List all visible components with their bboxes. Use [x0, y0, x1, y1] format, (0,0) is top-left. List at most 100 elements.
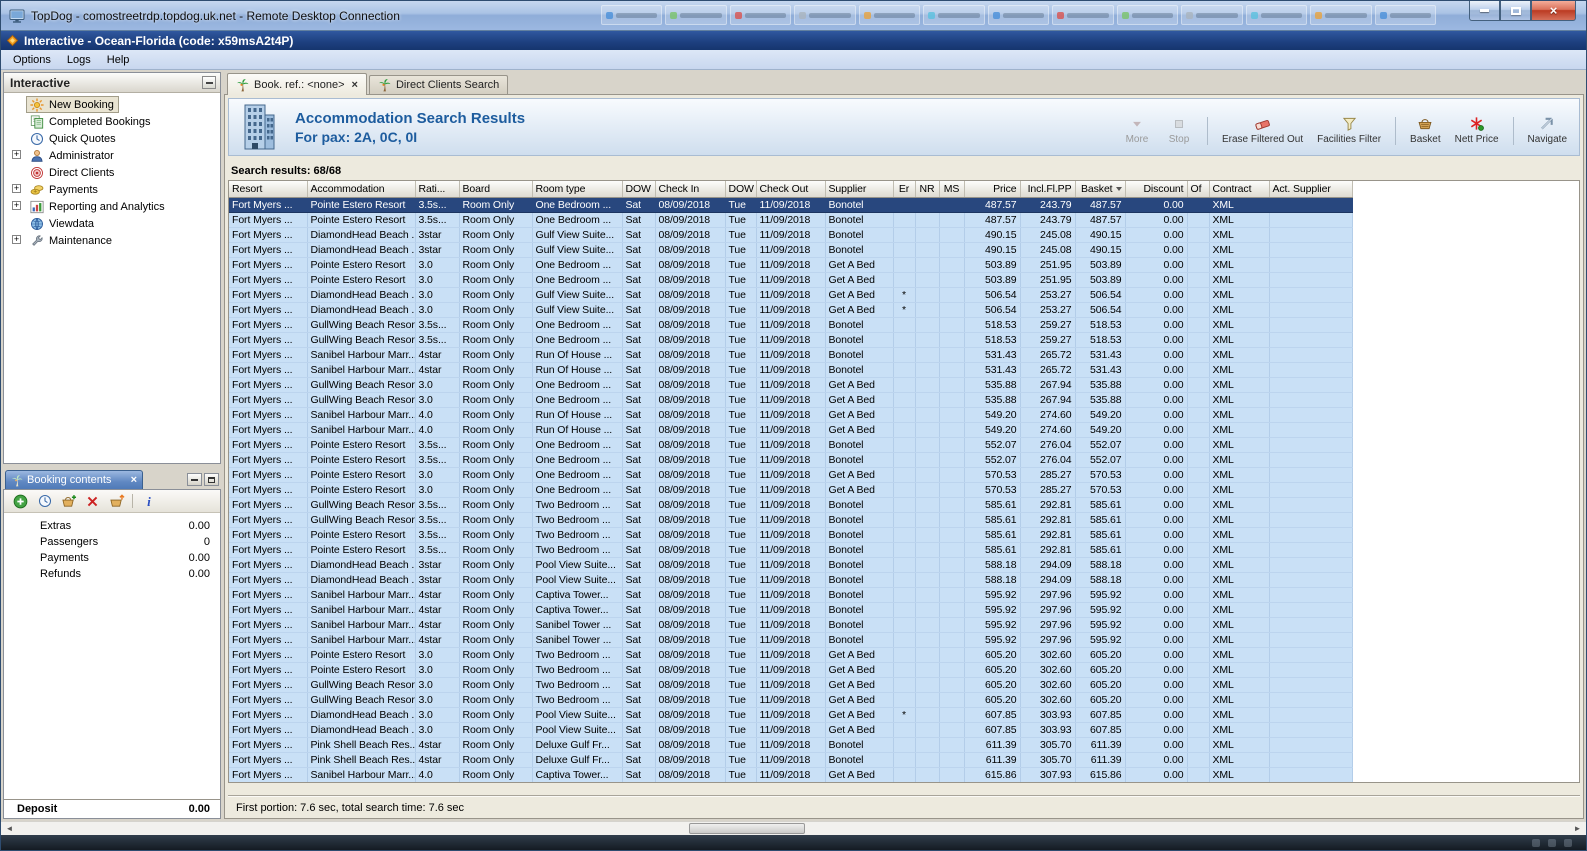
- scrollbar-thumb[interactable]: [689, 823, 805, 834]
- result-row[interactable]: Fort Myers ... Pink Shell Beach Res... 4st…: [229, 737, 1353, 753]
- result-row[interactable]: Fort Myers ... Sanibel Harbour Marr... 4.0…: [229, 767, 1353, 782]
- sidebar-item-new-booking[interactable]: New Booking: [4, 96, 220, 113]
- booking-contents-row-extras[interactable]: Extras 0.00: [4, 518, 220, 534]
- column-header-discount[interactable]: Discount: [1125, 181, 1188, 198]
- column-header-of[interactable]: Of: [1187, 181, 1210, 198]
- menu-options[interactable]: Options: [5, 52, 59, 68]
- panel-restore-button[interactable]: [204, 473, 219, 486]
- result-row[interactable]: Fort Myers ... GullWing Beach Resort 3.5s.…: [229, 317, 1353, 333]
- expand-icon[interactable]: +: [12, 184, 21, 193]
- column-header-act-supplier[interactable]: Act. Supplier: [1269, 181, 1353, 198]
- column-header-dow-in[interactable]: DOW: [622, 181, 656, 198]
- result-row[interactable]: Fort Myers ... Sanibel Harbour Marr... 4st…: [229, 587, 1353, 603]
- result-row[interactable]: Fort Myers ... DiamondHead Beach ... 3star…: [229, 227, 1353, 243]
- horizontal-scrollbar[interactable]: ◄ ►: [1, 821, 1586, 835]
- add-button[interactable]: [12, 494, 29, 509]
- clock-button[interactable]: [36, 494, 53, 508]
- sidebar-item-completed-bookings[interactable]: Completed Bookings: [4, 113, 220, 130]
- result-row[interactable]: Fort Myers ... GullWing Beach Resort 3.0 Ro…: [229, 392, 1353, 408]
- column-header-price[interactable]: Price: [964, 181, 1021, 198]
- sidebar-item-reporting-and-analytics[interactable]: + Reporting and Analytics: [4, 198, 220, 215]
- result-row[interactable]: Fort Myers ... Sanibel Harbour Marr... 4st…: [229, 617, 1353, 633]
- result-row[interactable]: Fort Myers ... Pointe Estero Resort 3.5s..…: [229, 542, 1353, 558]
- column-header-basket[interactable]: Basket: [1075, 181, 1126, 198]
- booking-contents-row-passengers[interactable]: Passengers 0: [4, 534, 220, 550]
- sidebar-item-administrator[interactable]: + Administrator: [4, 147, 220, 164]
- result-row[interactable]: Fort Myers ... GullWing Beach Resort 3.0 Ro…: [229, 377, 1353, 393]
- result-row[interactable]: Fort Myers ... Pointe Estero Resort 3.5s..…: [229, 527, 1353, 543]
- result-row[interactable]: Fort Myers ... DiamondHead Beach ... 3star…: [229, 572, 1353, 588]
- column-header-ms[interactable]: MS: [939, 181, 965, 198]
- expand-icon[interactable]: +: [12, 150, 21, 159]
- sidebar-item-maintenance[interactable]: + Maintenance: [4, 232, 220, 249]
- column-header-contract[interactable]: Contract: [1209, 181, 1270, 198]
- result-row[interactable]: Fort Myers ... Pointe Estero Resort 3.0 Roo…: [229, 272, 1353, 288]
- result-row[interactable]: Fort Myers ... Sanibel Harbour Marr... 4.0…: [229, 422, 1353, 438]
- result-row[interactable]: Fort Myers ... DiamondHead Beach ... 3star…: [229, 557, 1353, 573]
- result-row[interactable]: Fort Myers ... Pointe Estero Resort 3.0 Roo…: [229, 257, 1353, 273]
- facilities-filter-button[interactable]: Facilities Filter: [1317, 115, 1381, 145]
- column-header-check-in[interactable]: Check In: [655, 181, 726, 198]
- column-header-er[interactable]: Er: [893, 181, 916, 198]
- result-row[interactable]: Fort Myers ... DiamondHead Beach ... 3.0 Ro…: [229, 722, 1353, 738]
- panel-collapse-button[interactable]: [202, 76, 216, 89]
- cart-up-button[interactable]: [108, 493, 125, 509]
- result-row[interactable]: Fort Myers ... GullWing Beach Resort 3.5s.…: [229, 497, 1353, 513]
- expand-icon[interactable]: +: [12, 235, 21, 244]
- sidebar-item-direct-clients[interactable]: Direct Clients: [4, 164, 220, 181]
- booking-contents-tab[interactable]: Booking contents ×: [5, 470, 143, 489]
- column-header-resort[interactable]: Resort: [229, 181, 308, 198]
- panel-minimize-button[interactable]: [187, 473, 202, 486]
- column-header-board[interactable]: Board: [459, 181, 533, 198]
- result-row[interactable]: Fort Myers ... GullWing Beach Resort 3.0 Ro…: [229, 677, 1353, 693]
- cart-add-button[interactable]: [60, 494, 77, 509]
- basket-button[interactable]: Basket: [1410, 115, 1441, 145]
- navigate-button[interactable]: Navigate: [1528, 115, 1567, 145]
- maximize-button[interactable]: [1500, 1, 1531, 21]
- result-row[interactable]: Fort Myers ... Pointe Estero Resort 3.0 Roo…: [229, 467, 1353, 483]
- info-button[interactable]: i: [140, 494, 157, 509]
- column-header-supplier[interactable]: Supplier: [825, 181, 894, 198]
- erase-filtered-out-button[interactable]: Erase Filtered Out: [1222, 115, 1303, 145]
- panel-close-icon[interactable]: ×: [131, 474, 137, 486]
- column-header-nr[interactable]: NR: [915, 181, 940, 198]
- column-header-rating[interactable]: Rati...: [415, 181, 460, 198]
- result-row[interactable]: Fort Myers ... Sanibel Harbour Marr... 4st…: [229, 347, 1353, 363]
- column-header-dow-out[interactable]: DOW: [725, 181, 757, 198]
- result-row[interactable]: Fort Myers ... Pointe Estero Resort 3.5s..…: [229, 197, 1353, 213]
- result-row[interactable]: Fort Myers ... DiamondHead Beach ... 3star…: [229, 242, 1353, 258]
- tab-direct-clients-search[interactable]: Direct Clients Search: [368, 75, 509, 94]
- result-row[interactable]: Fort Myers ... DiamondHead Beach ... 3.0 Ro…: [229, 287, 1353, 303]
- column-header-check-out[interactable]: Check Out: [756, 181, 826, 198]
- result-row[interactable]: Fort Myers ... Pointe Estero Resort 3.5s..…: [229, 437, 1353, 453]
- menu-help[interactable]: Help: [99, 52, 138, 68]
- close-button[interactable]: ×: [1531, 1, 1576, 21]
- column-header-accommodation[interactable]: Accommodation: [307, 181, 416, 198]
- result-row[interactable]: Fort Myers ... Sanibel Harbour Marr... 4st…: [229, 602, 1353, 618]
- result-row[interactable]: Fort Myers ... GullWing Beach Resort 3.0 Ro…: [229, 692, 1353, 708]
- result-row[interactable]: Fort Myers ... GullWing Beach Resort 3.5s.…: [229, 512, 1353, 528]
- result-row[interactable]: Fort Myers ... Pointe Estero Resort 3.0 Roo…: [229, 662, 1353, 678]
- sidebar-item-payments[interactable]: + Payments: [4, 181, 220, 198]
- result-row[interactable]: Fort Myers ... Sanibel Harbour Marr... 4.0…: [229, 407, 1353, 423]
- minimize-button[interactable]: [1469, 1, 1500, 21]
- column-header-room-type[interactable]: Room type: [532, 181, 623, 198]
- nett-price-button[interactable]: Nett Price: [1455, 115, 1499, 145]
- delete-button[interactable]: [84, 495, 101, 508]
- booking-contents-row-payments[interactable]: Payments 0.00: [4, 550, 220, 566]
- result-row[interactable]: Fort Myers ... Sanibel Harbour Marr... 4st…: [229, 362, 1353, 378]
- sidebar-item-quick-quotes[interactable]: Quick Quotes: [4, 130, 220, 147]
- result-row[interactable]: Fort Myers ... DiamondHead Beach ... 3.0 Ro…: [229, 707, 1353, 723]
- tab-book-ref-none[interactable]: Book. ref.: <none> ×: [227, 73, 367, 95]
- result-row[interactable]: Fort Myers ... Sanibel Harbour Marr... 4st…: [229, 632, 1353, 648]
- result-row[interactable]: Fort Myers ... Pointe Estero Resort 3.5s..…: [229, 452, 1353, 468]
- result-row[interactable]: Fort Myers ... GullWing Beach Resort 3.5s.…: [229, 332, 1353, 348]
- scroll-right-icon[interactable]: ►: [1569, 822, 1586, 835]
- menu-logs[interactable]: Logs: [59, 52, 99, 68]
- expand-icon[interactable]: +: [12, 201, 21, 210]
- result-row[interactable]: Fort Myers ... Pointe Estero Resort 3.0 Roo…: [229, 482, 1353, 498]
- result-row[interactable]: Fort Myers ... Pink Shell Beach Res... 4st…: [229, 752, 1353, 768]
- sidebar-item-viewdata[interactable]: Viewdata: [4, 215, 220, 232]
- result-row[interactable]: Fort Myers ... Pointe Estero Resort 3.0 Roo…: [229, 647, 1353, 663]
- column-header-incl-fl-pp[interactable]: Incl.Fl.PP: [1020, 181, 1076, 198]
